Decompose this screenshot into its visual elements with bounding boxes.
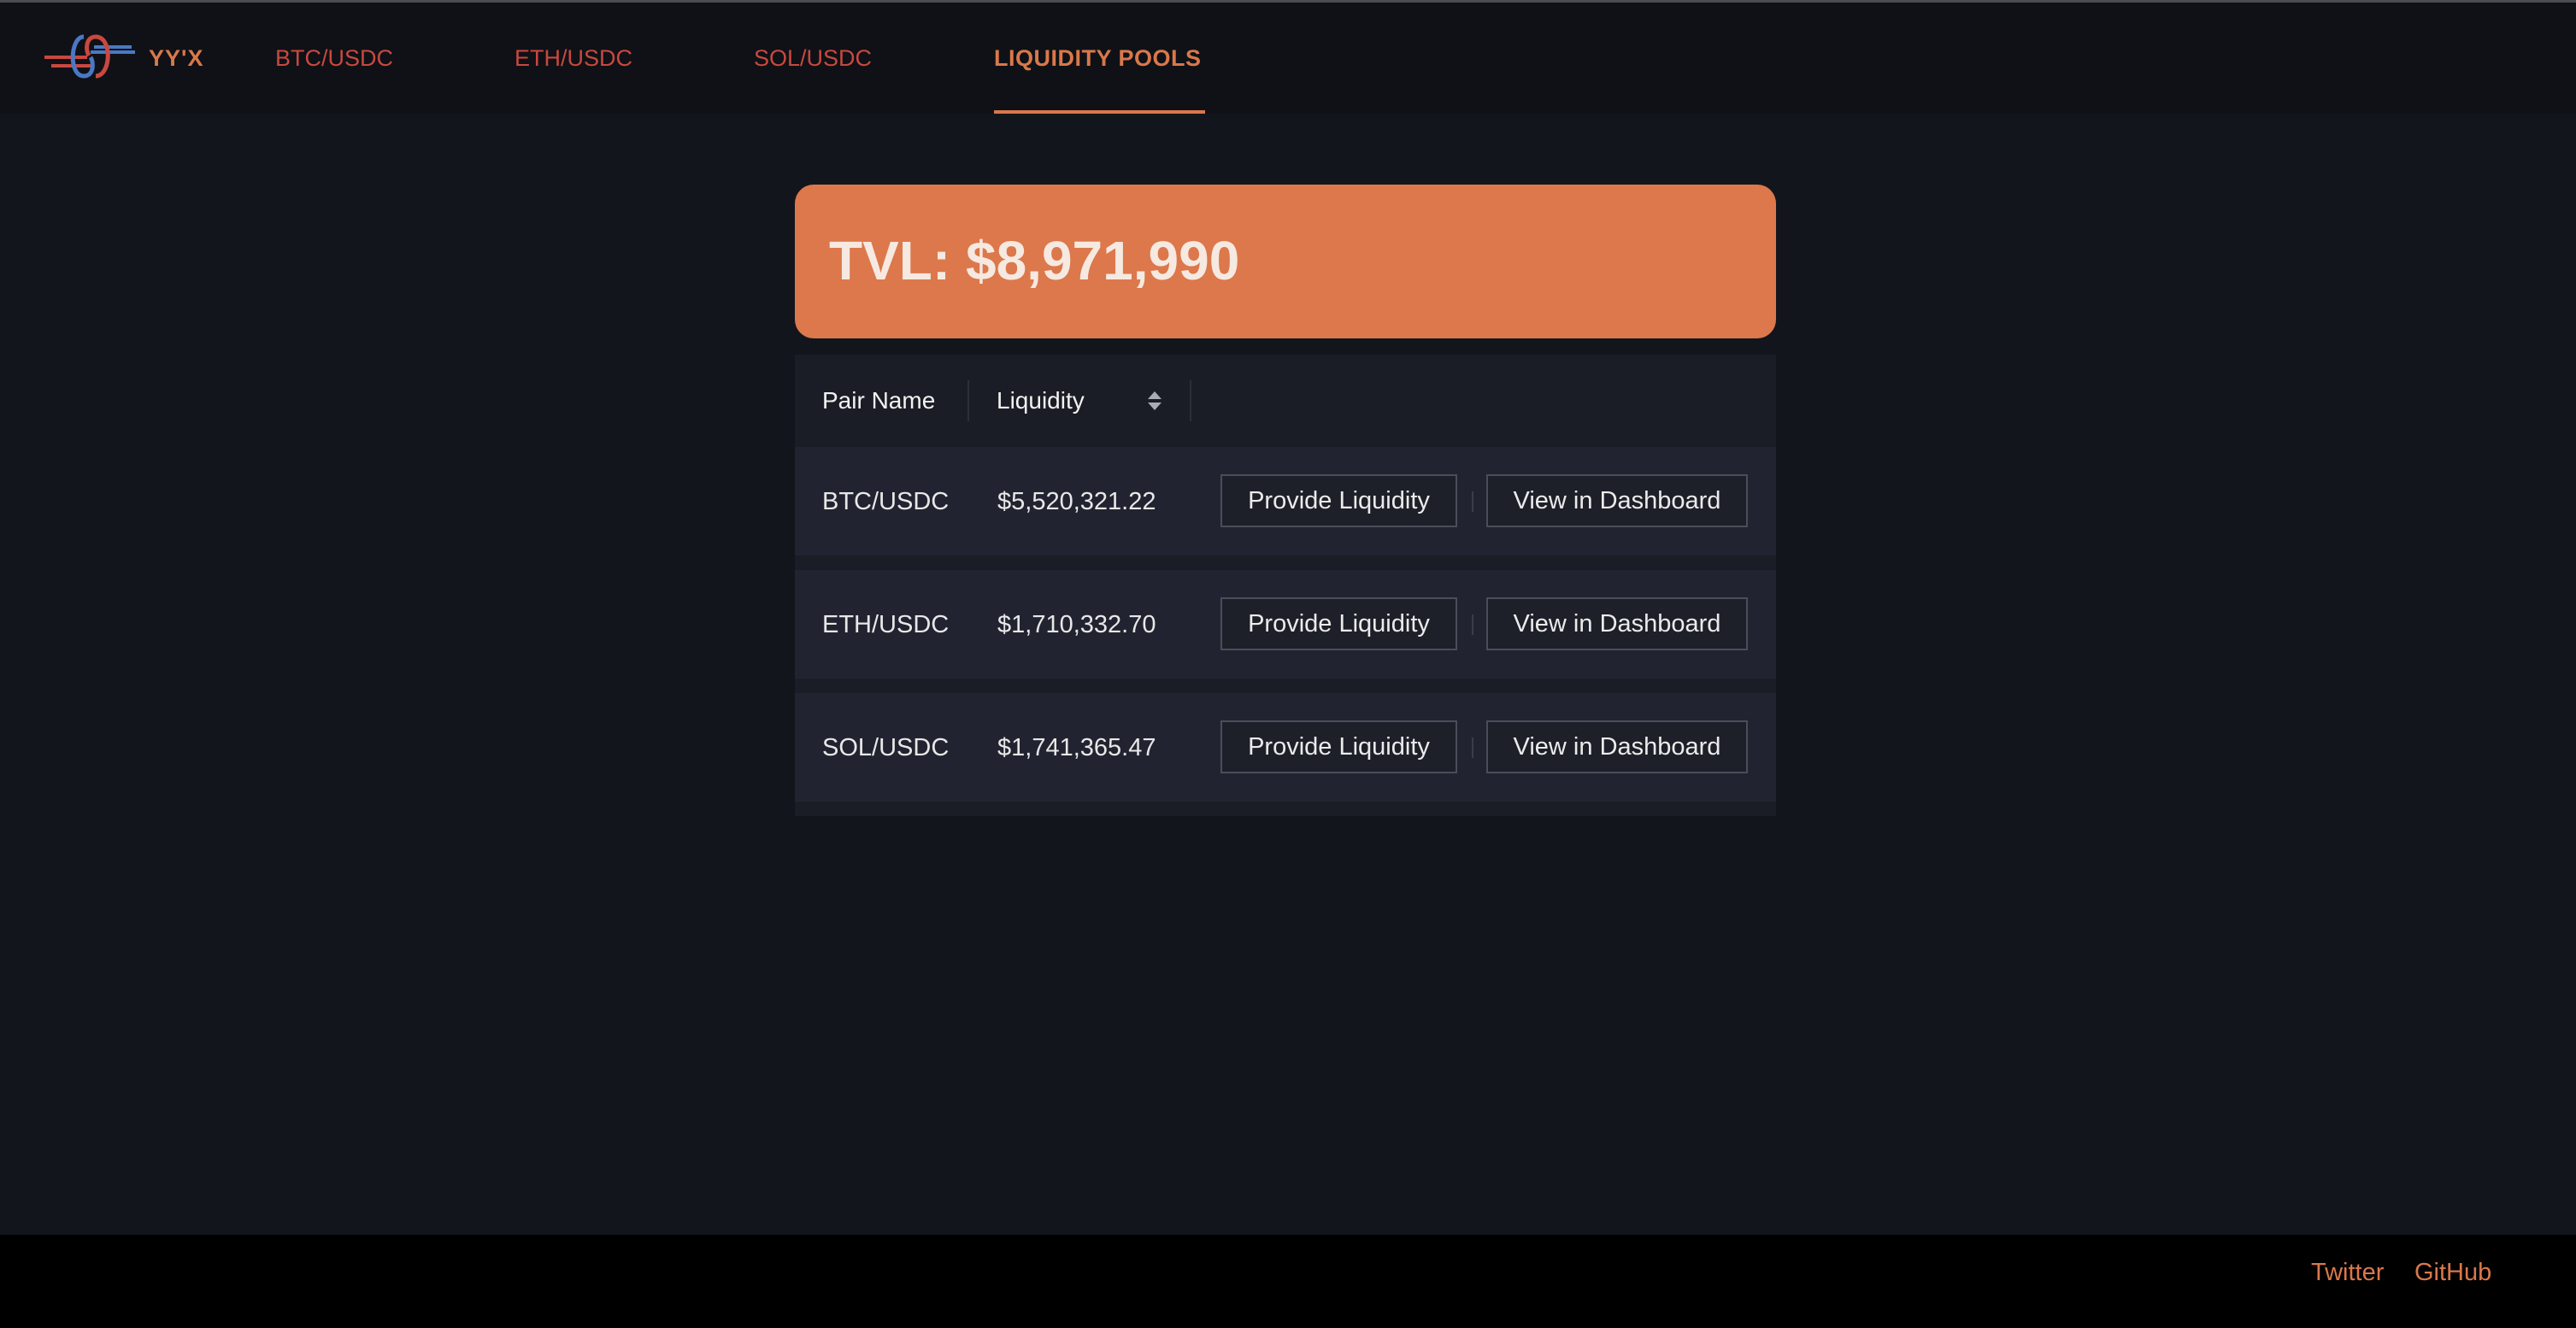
active-tab-underline — [994, 110, 1205, 114]
brand-name: YY'X — [149, 45, 204, 71]
table-row: SOL/USDC $1,741,365.47 Provide Liquidity… — [795, 693, 1776, 802]
tvl-value: TVL: $8,971,990 — [829, 230, 1240, 291]
footer: Twitter GitHub — [0, 1235, 2576, 1328]
view-in-dashboard-button[interactable]: View in Dashboard — [1486, 597, 1748, 650]
button-divider — [1472, 614, 1473, 635]
liquidity-cell: $1,710,332.70 — [997, 611, 1156, 638]
nav-eth-usdc[interactable]: ETH/USDC — [515, 45, 632, 72]
sort-updown-icon[interactable] — [1145, 389, 1164, 413]
tvl-card: TVL: $8,971,990 — [795, 185, 1776, 338]
pair-name-cell: ETH/USDC — [822, 611, 950, 638]
column-divider — [967, 380, 969, 421]
column-header-liquidity[interactable]: Liquidity — [997, 387, 1085, 414]
view-in-dashboard-button[interactable]: View in Dashboard — [1486, 474, 1748, 527]
table-row: BTC/USDC $5,520,321.22 Provide Liquidity… — [795, 447, 1776, 555]
pair-name-cell: SOL/USDC — [822, 734, 950, 761]
liquidity-cell: $1,741,365.47 — [997, 734, 1156, 761]
button-divider — [1472, 491, 1473, 512]
provide-liquidity-button[interactable]: Provide Liquidity — [1220, 474, 1457, 527]
twitter-link[interactable]: Twitter — [2311, 1259, 2384, 1287]
provide-liquidity-button[interactable]: Provide Liquidity — [1220, 720, 1457, 773]
top-nav-bar: YY'X BTC/USDC ETH/USDC SOL/USDC LIQUIDIT… — [0, 3, 2576, 114]
button-divider — [1472, 737, 1473, 758]
nav-liquidity-pools[interactable]: LIQUIDITY POOLS — [994, 45, 1202, 72]
view-in-dashboard-button[interactable]: View in Dashboard — [1486, 720, 1748, 773]
table-row: ETH/USDC $1,710,332.70 Provide Liquidity… — [795, 570, 1776, 679]
liquidity-pools-table: Pair Name Liquidity BTC/USDC $5,520,321.… — [795, 355, 1776, 816]
liquidity-cell: $5,520,321.22 — [997, 488, 1156, 515]
github-link[interactable]: GitHub — [2414, 1259, 2491, 1287]
pair-name-cell: BTC/USDC — [822, 488, 950, 515]
provide-liquidity-button[interactable]: Provide Liquidity — [1220, 597, 1457, 650]
column-header-pair-name: Pair Name — [822, 387, 936, 414]
nav-sol-usdc[interactable]: SOL/USDC — [754, 45, 872, 72]
column-divider — [1190, 380, 1191, 421]
knot-logo-icon[interactable] — [43, 28, 138, 85]
nav-btc-usdc[interactable]: BTC/USDC — [275, 45, 393, 72]
table-header: Pair Name Liquidity — [795, 355, 1776, 446]
